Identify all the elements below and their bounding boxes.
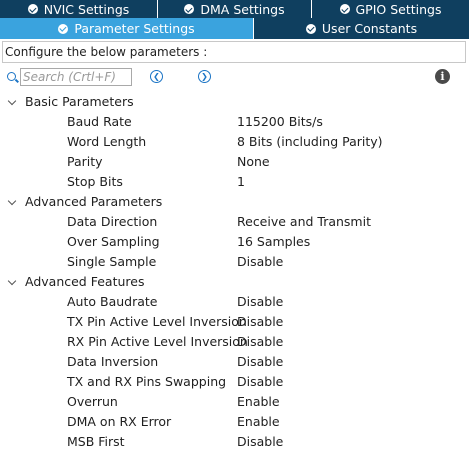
parameter-value[interactable]: Receive and Transmit	[237, 212, 371, 232]
parameter-name: TX Pin Active Level Inversion	[67, 314, 247, 329]
parameter-name: DMA on RX Error	[67, 414, 172, 429]
parameter-row[interactable]: Overrun Enable	[0, 392, 469, 412]
parameter-value[interactable]: Disable	[237, 372, 283, 392]
parameter-row[interactable]: TX Pin Active Level Inversion Disable	[0, 312, 469, 332]
next-result-icon[interactable]: ❯	[198, 70, 211, 83]
parameter-name: RX Pin Active Level Inversion	[67, 334, 248, 349]
top-tab-bar: NVIC Settings DMA Settings GPIO Settings	[0, 0, 469, 18]
parameter-value[interactable]: 8 Bits (including Parity)	[237, 132, 383, 152]
parameter-value[interactable]: Enable	[237, 392, 280, 412]
check-circle-icon	[58, 23, 69, 34]
search-icon	[7, 72, 16, 81]
parameter-row[interactable]: Baud Rate 115200 Bits/s	[0, 112, 469, 132]
parameter-row[interactable]: Parity None	[0, 152, 469, 172]
info-icon[interactable]: i	[435, 69, 450, 84]
parameter-name: Auto Baudrate	[67, 294, 158, 309]
tab-label: NVIC Settings	[43, 1, 130, 17]
check-circle-icon	[305, 23, 316, 34]
parameter-name: Single Sample	[67, 254, 157, 269]
parameter-row[interactable]: Over Sampling 16 Samples	[0, 232, 469, 252]
parameter-row[interactable]: RX Pin Active Level Inversion Disable	[0, 332, 469, 352]
tab-dma-settings[interactable]: DMA Settings	[158, 0, 312, 18]
tab-user-constants[interactable]: User Constants	[254, 18, 469, 39]
group-label: Basic Parameters	[25, 94, 134, 109]
parameter-name: MSB First	[67, 434, 125, 449]
chevron-down-icon[interactable]	[7, 276, 17, 286]
search-toolbar: ❮ ❯ i	[0, 66, 469, 90]
configure-hint: Configure the below parameters :	[2, 41, 466, 63]
tab-label: DMA Settings	[200, 1, 285, 17]
parameter-value[interactable]: Disable	[237, 252, 283, 272]
chevron-down-icon[interactable]	[7, 196, 17, 206]
parameter-row[interactable]: Word Length 8 Bits (including Parity)	[0, 132, 469, 152]
bottom-tab-bar: Parameter Settings User Constants	[0, 18, 469, 39]
tab-label: Parameter Settings	[74, 21, 195, 36]
parameter-name: Stop Bits	[67, 174, 123, 189]
check-circle-icon	[339, 4, 350, 14]
configuration-panel: NVIC Settings DMA Settings GPIO Settings…	[0, 0, 469, 472]
parameter-row[interactable]: Data Direction Receive and Transmit	[0, 212, 469, 232]
parameter-name: TX and RX Pins Swapping	[67, 374, 227, 389]
parameter-value[interactable]: Enable	[237, 412, 280, 432]
tab-nvic-settings[interactable]: NVIC Settings	[0, 0, 158, 18]
group-header[interactable]: Advanced Features	[0, 272, 469, 292]
parameter-name: Data Inversion	[67, 354, 159, 369]
parameter-value[interactable]: Disable	[237, 432, 283, 452]
parameter-row[interactable]: DMA on RX Error Enable	[0, 412, 469, 432]
parameter-row[interactable]: Stop Bits 1	[0, 172, 469, 192]
tab-gpio-settings[interactable]: GPIO Settings	[312, 0, 469, 18]
parameter-value[interactable]: Disable	[237, 352, 283, 372]
parameter-name: Baud Rate	[67, 114, 132, 129]
parameter-value[interactable]: None	[237, 152, 270, 172]
parameter-row[interactable]: Data Inversion Disable	[0, 352, 469, 372]
parameter-name: Over Sampling	[67, 234, 160, 249]
chevron-down-icon[interactable]	[7, 96, 17, 106]
parameter-row[interactable]: Auto Baudrate Disable	[0, 292, 469, 312]
previous-result-icon[interactable]: ❮	[150, 70, 163, 83]
parameter-name: Overrun	[67, 394, 118, 409]
check-circle-icon	[184, 4, 195, 14]
parameter-value[interactable]: 16 Samples	[237, 232, 310, 252]
parameter-value[interactable]: Disable	[237, 312, 283, 332]
parameter-name: Parity	[67, 154, 103, 169]
group-header[interactable]: Advanced Parameters	[0, 192, 469, 212]
search-input[interactable]	[20, 68, 132, 86]
tab-label: GPIO Settings	[355, 1, 442, 17]
parameter-name: Data Direction	[67, 214, 158, 229]
parameter-row[interactable]: Single Sample Disable	[0, 252, 469, 272]
group-header[interactable]: Basic Parameters	[0, 92, 469, 112]
parameter-value[interactable]: 1	[237, 172, 245, 192]
parameter-value[interactable]: Disable	[237, 292, 283, 312]
group-label: Advanced Parameters	[25, 194, 163, 209]
parameter-row[interactable]: TX and RX Pins Swapping Disable	[0, 372, 469, 392]
parameter-name: Word Length	[67, 134, 147, 149]
parameter-tree: Basic Parameters Baud Rate 115200 Bits/s Wo…	[0, 92, 469, 452]
check-circle-icon	[27, 4, 38, 14]
parameter-value[interactable]: Disable	[237, 332, 283, 352]
tab-label: User Constants	[321, 21, 418, 36]
parameter-value[interactable]: 115200 Bits/s	[237, 112, 323, 132]
parameter-row[interactable]: MSB First Disable	[0, 432, 469, 452]
tab-parameter-settings[interactable]: Parameter Settings	[0, 18, 254, 39]
group-label: Advanced Features	[25, 274, 145, 289]
